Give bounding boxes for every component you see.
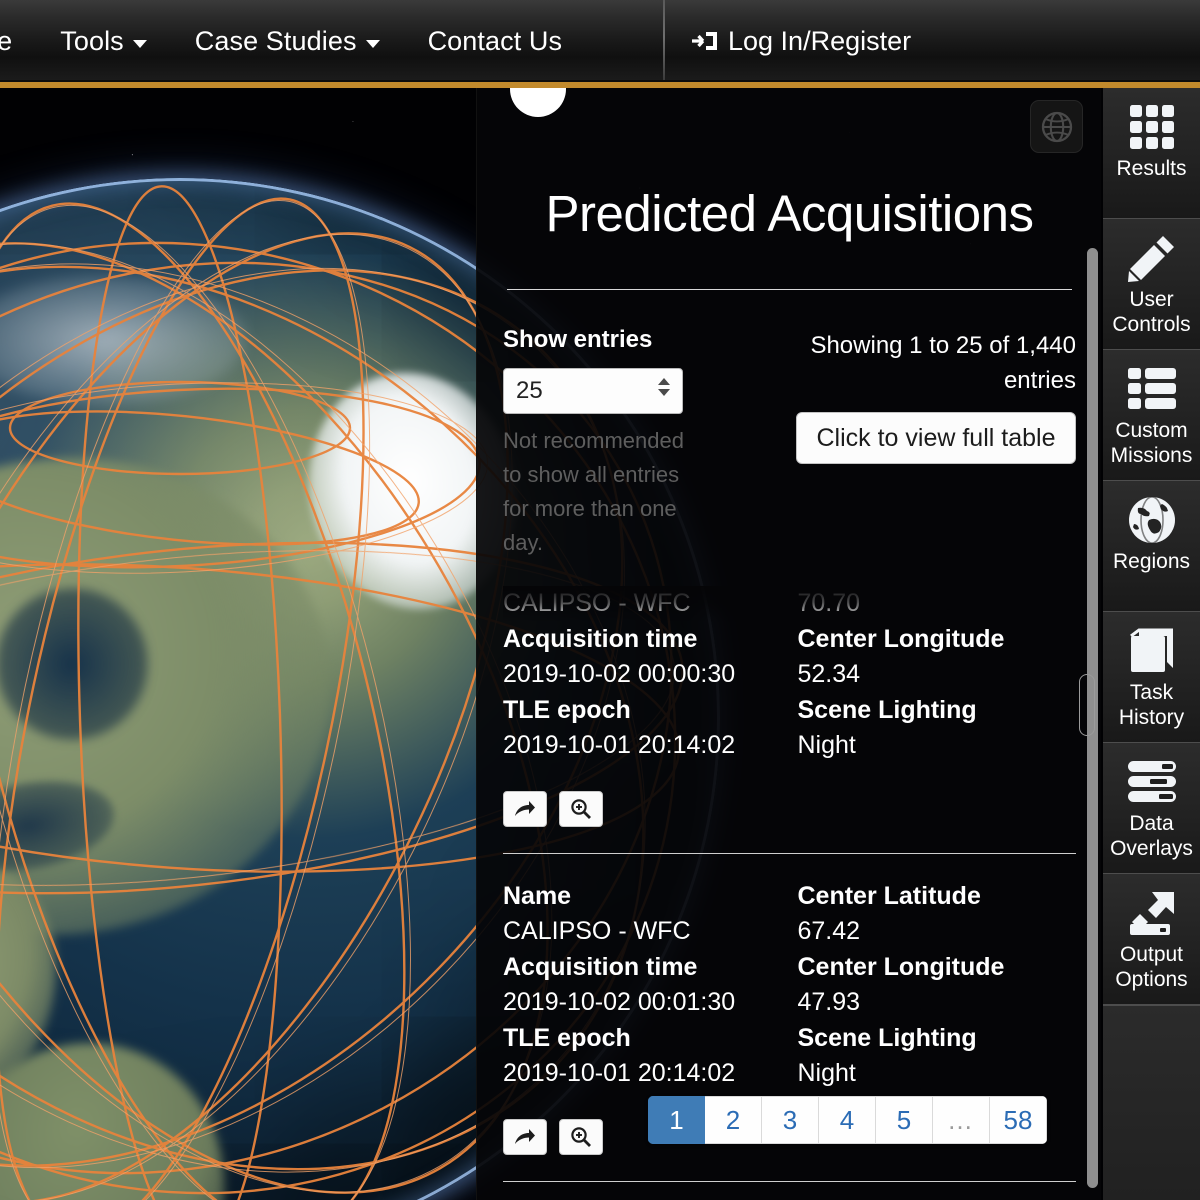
zoom-in-icon[interactable] <box>559 1119 603 1155</box>
show-entries-value: 25 <box>516 377 543 404</box>
entry-acquisition-time-label: Acquisition time <box>503 953 698 981</box>
chevron-down-icon <box>132 39 147 48</box>
predicted-acquisitions-panel: Predicted Acquisitions Show entries 25 N… <box>476 88 1101 1200</box>
entry-name-label: Name <box>503 882 572 910</box>
entry-scene-lighting-value: Night <box>797 731 856 759</box>
pagination-ellipsis: … <box>933 1096 990 1144</box>
list-item[interactable]: CALIPSO - WFC Acquisition time 2019-10-0… <box>503 586 1076 845</box>
app-root: ne Tools Case Studies Contact Us L <box>0 0 1200 1200</box>
entry-acquisition-time-label: Acquisition time <box>503 625 698 653</box>
books-icon <box>1127 624 1177 678</box>
entry-scene-lighting-label: Scene Lighting <box>797 696 977 724</box>
share-icon[interactable] <box>503 791 547 827</box>
login-register-button[interactable]: Log In/Register <box>690 0 911 82</box>
inner-scrollbar-thumb[interactable] <box>1079 674 1095 736</box>
login-register-label: Log In/Register <box>728 25 912 56</box>
title-divider <box>507 289 1072 290</box>
toolbar-item-task-history-label: Task History <box>1118 681 1185 729</box>
nav-item-contact-us[interactable]: Contact Us <box>404 0 587 82</box>
nav-item-tools-label: Tools <box>60 25 124 56</box>
show-entries-note: Not recommended to show all entries for … <box>503 428 684 555</box>
nav-item-contact-us-label: Contact Us <box>427 25 563 56</box>
page-title: Predicted Acquisitions <box>545 185 1034 242</box>
entry-scene-lighting-label: Scene Lighting <box>797 1024 977 1052</box>
entry-acquisition-time-value: 2019-10-02 00:01:30 <box>503 988 736 1016</box>
gold-accent-divider <box>0 82 1200 88</box>
right-toolbar: Results User Controls Custom Missions Re… <box>1103 88 1200 1200</box>
list-item[interactable]: Name CALIPSO - WFC x 64.0 <box>503 1181 1076 1200</box>
toolbar-item-custom-missions-label: Custom Missions <box>1110 419 1193 467</box>
nav-item-home-label: ne <box>0 25 13 56</box>
entry-center-longitude-value: 47.93 <box>797 988 861 1016</box>
toolbar-item-output-options[interactable]: Output Options <box>1103 874 1200 1005</box>
pagination: 1 2 3 4 5 … 58 <box>648 1096 1047 1144</box>
toolbar-item-task-history[interactable]: Task History <box>1103 612 1200 743</box>
nav-item-case-studies-label: Case Studies <box>194 25 357 56</box>
nav-divider <box>663 0 665 82</box>
show-entries-label: Show entries <box>503 326 653 353</box>
toolbar-item-results-label: Results <box>1116 157 1187 180</box>
showing-entries-info: Showing 1 to 25 of 1,440 entries <box>810 332 1076 394</box>
sign-in-icon <box>690 28 720 54</box>
show-entries-group: Show entries 25 Not recommended to show … <box>503 326 748 560</box>
stepper-arrows-icon[interactable] <box>658 378 670 396</box>
table-controls-row: Show entries 25 Not recommended to show … <box>503 326 1076 560</box>
entry-scene-lighting-value: Night <box>797 1059 856 1087</box>
toolbar-item-custom-missions[interactable]: Custom Missions <box>1103 350 1200 481</box>
pagination-page-58[interactable]: 58 <box>990 1096 1047 1144</box>
entry-tle-epoch-label: TLE epoch <box>503 696 631 724</box>
showing-info-group: Showing 1 to 25 of 1,440 entries Click t… <box>748 326 1076 560</box>
sliders-icon <box>1126 755 1178 809</box>
pagination-page-1[interactable]: 1 <box>648 1096 705 1144</box>
view-full-table-button[interactable]: Click to view full table <box>796 412 1076 464</box>
entry-center-latitude-value: 67.42 <box>797 917 861 945</box>
toolbar-empty-area <box>1103 1005 1200 1200</box>
entry-center-longitude-label: Center Longitude <box>797 953 1005 981</box>
pagination-page-4[interactable]: 4 <box>819 1096 876 1144</box>
top-navigation-bar: ne Tools Case Studies Contact Us L <box>0 0 1200 82</box>
toolbar-item-output-options-label: Output Options <box>1115 943 1188 991</box>
nav-item-case-studies[interactable]: Case Studies <box>171 0 404 82</box>
entry-center-latitude-label: Center Latitude <box>797 882 981 910</box>
toolbar-item-regions[interactable]: Regions <box>1103 481 1200 612</box>
chevron-down-icon <box>365 39 380 48</box>
entry-tle-epoch-label: TLE epoch <box>503 1024 631 1052</box>
entry-tle-epoch-value: 2019-10-01 20:14:02 <box>503 1059 736 1087</box>
toolbar-item-user-controls[interactable]: User Controls <box>1103 219 1200 350</box>
panel-scroll-content: Predicted Acquisitions Show entries 25 N… <box>477 88 1101 1200</box>
share-icon[interactable] <box>503 1119 547 1155</box>
nav-item-home[interactable]: ne <box>0 0 36 82</box>
entry-tle-epoch-value: 2019-10-01 20:14:02 <box>503 731 736 759</box>
entry-center-longitude-value: 52.34 <box>797 660 861 688</box>
globe-icon[interactable] <box>1030 100 1083 153</box>
globe-filled-icon <box>1126 493 1178 547</box>
entry-name-value: CALIPSO - WFC <box>503 917 691 945</box>
toolbar-item-data-overlays-label: Data Overlays <box>1110 812 1193 860</box>
toolbar-item-data-overlays[interactable]: Data Overlays <box>1103 743 1200 874</box>
entry-actions <box>503 791 1076 827</box>
pagination-page-5[interactable]: 5 <box>876 1096 933 1144</box>
pagination-page-3[interactable]: 3 <box>762 1096 819 1144</box>
nav-item-tools[interactable]: Tools <box>36 0 171 82</box>
list-icon <box>1126 362 1178 416</box>
zoom-in-icon[interactable] <box>559 791 603 827</box>
pagination-page-2[interactable]: 2 <box>705 1096 762 1144</box>
export-icon <box>1126 886 1178 940</box>
entry-center-latitude-value: 70.70 <box>797 589 861 617</box>
toolbar-item-user-controls-label: User Controls <box>1112 288 1191 336</box>
nav-items: ne Tools Case Studies Contact Us <box>0 0 586 82</box>
show-entries-select[interactable]: 25 <box>503 368 683 414</box>
entry-center-longitude-label: Center Longitude <box>797 625 1005 653</box>
grid-icon <box>1126 100 1178 154</box>
pencil-icon <box>1127 231 1177 285</box>
entry-name-value: CALIPSO - WFC <box>503 589 691 617</box>
toolbar-item-results[interactable]: Results <box>1103 88 1200 219</box>
entry-acquisition-time-value: 2019-10-02 00:00:30 <box>503 660 736 688</box>
toolbar-item-regions-label: Regions <box>1112 550 1191 573</box>
